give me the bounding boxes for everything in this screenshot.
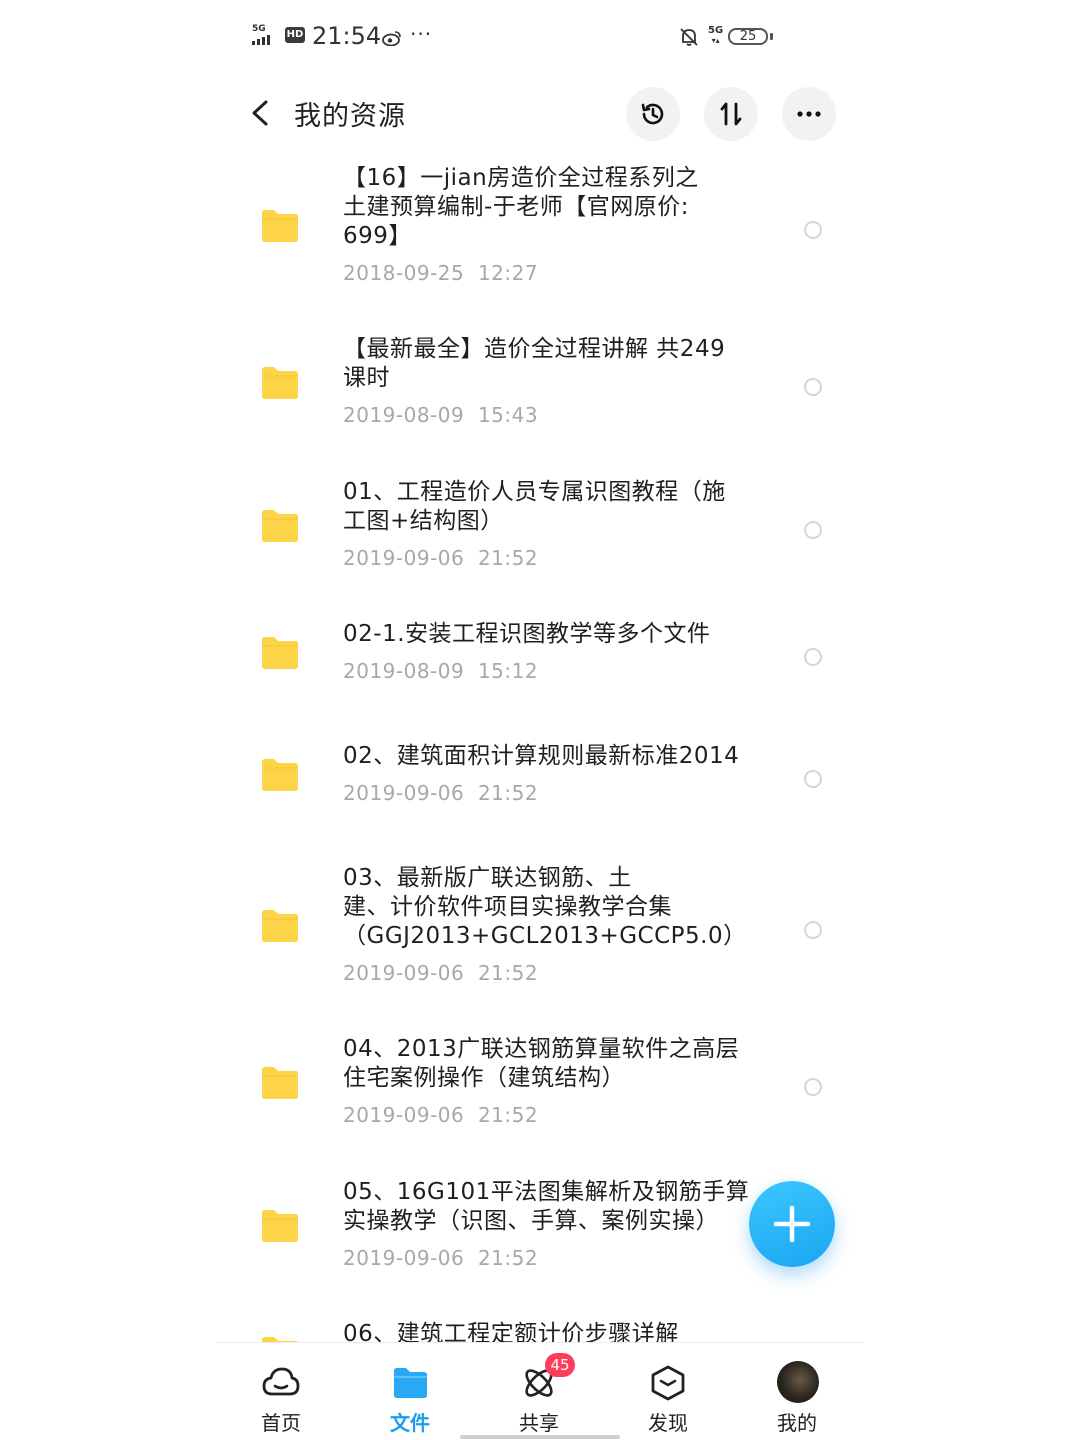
- network-label-right: 5G ▾▴: [708, 25, 724, 46]
- file-date: 2019-08-09 15:43: [343, 403, 539, 427]
- nav-files[interactable]: 文件: [362, 1343, 458, 1440]
- folder-icon: [262, 1210, 298, 1242]
- file-name: 【最新最全】造价全过程讲解 共249 课时: [343, 336, 726, 391]
- file-name: 06、建筑工程定额计价步骤详解: [343, 1321, 679, 1342]
- file-date: 2019-09-06 21:52: [343, 546, 539, 570]
- list-item-text: 06、建筑工程定额计价步骤详解: [343, 1320, 763, 1342]
- nav-home[interactable]: 首页: [233, 1343, 329, 1440]
- battery-tip: [770, 33, 773, 40]
- file-list: 【16】一jian房造价全过程系列之 土建预算编制-于老师【官网原价: 699】…: [216, 150, 864, 1342]
- nav-label: 文件: [390, 1411, 430, 1435]
- file-date: 2019-09-06 21:52: [343, 781, 539, 805]
- cloud-icon: [262, 1367, 300, 1396]
- folder-icon: [262, 210, 298, 242]
- file-date: 2019-09-06 21:52: [343, 961, 539, 985]
- bell-off-icon: [680, 28, 698, 46]
- hd-badge: HD: [285, 27, 305, 43]
- nav-label: 首页: [261, 1411, 301, 1435]
- file-name: 02、建筑面积计算规则最新标准2014: [343, 743, 740, 769]
- file-name: 02-1.安装工程识图教学等多个文件: [343, 621, 711, 647]
- plus-icon: [773, 1205, 811, 1243]
- header: 我的资源: [216, 80, 864, 146]
- file-name: 05、16G101平法图集解析及钢筋手算 实操教学（识图、手算、案例实操）: [343, 1179, 750, 1234]
- file-date: 2018-09-25 12:27: [343, 261, 539, 285]
- network-label-left: 5G: [252, 24, 266, 34]
- list-item-text: 【16】一jian房造价全过程系列之 土建预算编制-于老师【官网原价: 699】…: [343, 164, 763, 286]
- select-radio[interactable]: [804, 648, 822, 666]
- history-icon: [641, 103, 664, 125]
- nav-label: 发现: [648, 1411, 688, 1435]
- folder-icon: [262, 759, 298, 791]
- file-name: 04、2013广联达钢筋算量软件之高层 住宅案例操作（建筑结构）: [343, 1036, 740, 1091]
- sort-icon: [720, 102, 742, 126]
- cube-icon: [651, 1365, 685, 1401]
- list-item-text: 03、最新版广联达钢筋、土 建、计价软件项目实操教学合集 （GGJ2013+GC…: [343, 864, 763, 986]
- file-date: 2019-08-09 15:12: [343, 659, 539, 683]
- nav-label: 共享: [519, 1411, 559, 1435]
- page-title: 我的资源: [294, 101, 406, 132]
- folder-icon: [262, 1067, 298, 1099]
- list-item-text: 【最新最全】造价全过程讲解 共249 课时 2019-08-09 15:43: [343, 335, 763, 428]
- list-item-text: 05、16G101平法图集解析及钢筋手算 实操教学（识图、手算、案例实操） 20…: [343, 1178, 763, 1271]
- select-radio[interactable]: [804, 521, 822, 539]
- select-radio[interactable]: [804, 221, 822, 239]
- notification-badge: 45: [545, 1353, 575, 1377]
- file-name: 【16】一jian房造价全过程系列之 土建预算编制-于老师【官网原价: 699】: [343, 165, 699, 249]
- signal-icon: [252, 35, 272, 45]
- folder-icon: [262, 910, 298, 942]
- nav-me[interactable]: 我的: [749, 1343, 845, 1440]
- status-bar: 5G HD 21:54 ··· 5G ▾▴ 25: [216, 0, 864, 70]
- select-radio[interactable]: [804, 378, 822, 396]
- folder-icon: [262, 510, 298, 542]
- sort-button[interactable]: [704, 87, 758, 141]
- nav-label: 我的: [777, 1411, 817, 1435]
- file-name: 01、工程造价人员专属识图教程（施 工图+结构图）: [343, 479, 726, 534]
- phone-screen: 5G HD 21:54 ··· 5G ▾▴ 25 我的资源 【16】一jian房…: [216, 0, 864, 1440]
- home-indicator: [460, 1435, 620, 1439]
- nav-share[interactable]: 45 共享: [491, 1343, 587, 1440]
- list-item-text: 01、工程造价人员专属识图教程（施 工图+结构图） 2019-09-06 21:…: [343, 478, 763, 571]
- list-item-text: 02、建筑面积计算规则最新标准2014 2019-09-06 21:52: [343, 742, 763, 806]
- more-icon: [797, 111, 821, 117]
- select-radio[interactable]: [804, 770, 822, 788]
- notification-dots: ···: [410, 22, 433, 46]
- battery-icon: 25: [728, 28, 768, 45]
- weibo-icon: [382, 31, 401, 46]
- bottom-nav: 首页 文件 45 共享 发现 我的: [216, 1342, 864, 1440]
- status-time: 21:54: [312, 22, 382, 50]
- add-button[interactable]: [749, 1181, 835, 1267]
- folder-icon: [394, 1368, 427, 1398]
- list-item-text: 04、2013广联达钢筋算量软件之高层 住宅案例操作（建筑结构） 2019-09…: [343, 1035, 763, 1128]
- file-date: 2019-09-06 21:52: [343, 1246, 539, 1270]
- select-radio[interactable]: [804, 1078, 822, 1096]
- file-name: 03、最新版广联达钢筋、土 建、计价软件项目实操教学合集 （GGJ2013+GC…: [343, 865, 747, 949]
- list-item-text: 02-1.安装工程识图教学等多个文件 2019-08-09 15:12: [343, 620, 763, 684]
- folder-icon: [262, 637, 298, 669]
- file-date: 2019-09-06 21:52: [343, 1103, 539, 1127]
- select-radio[interactable]: [804, 921, 822, 939]
- folder-icon: [262, 367, 298, 399]
- nav-discover[interactable]: 发现: [620, 1343, 716, 1440]
- history-button[interactable]: [626, 87, 680, 141]
- avatar: [777, 1361, 819, 1403]
- back-arrow-icon[interactable]: [246, 98, 274, 128]
- more-button[interactable]: [782, 87, 836, 141]
